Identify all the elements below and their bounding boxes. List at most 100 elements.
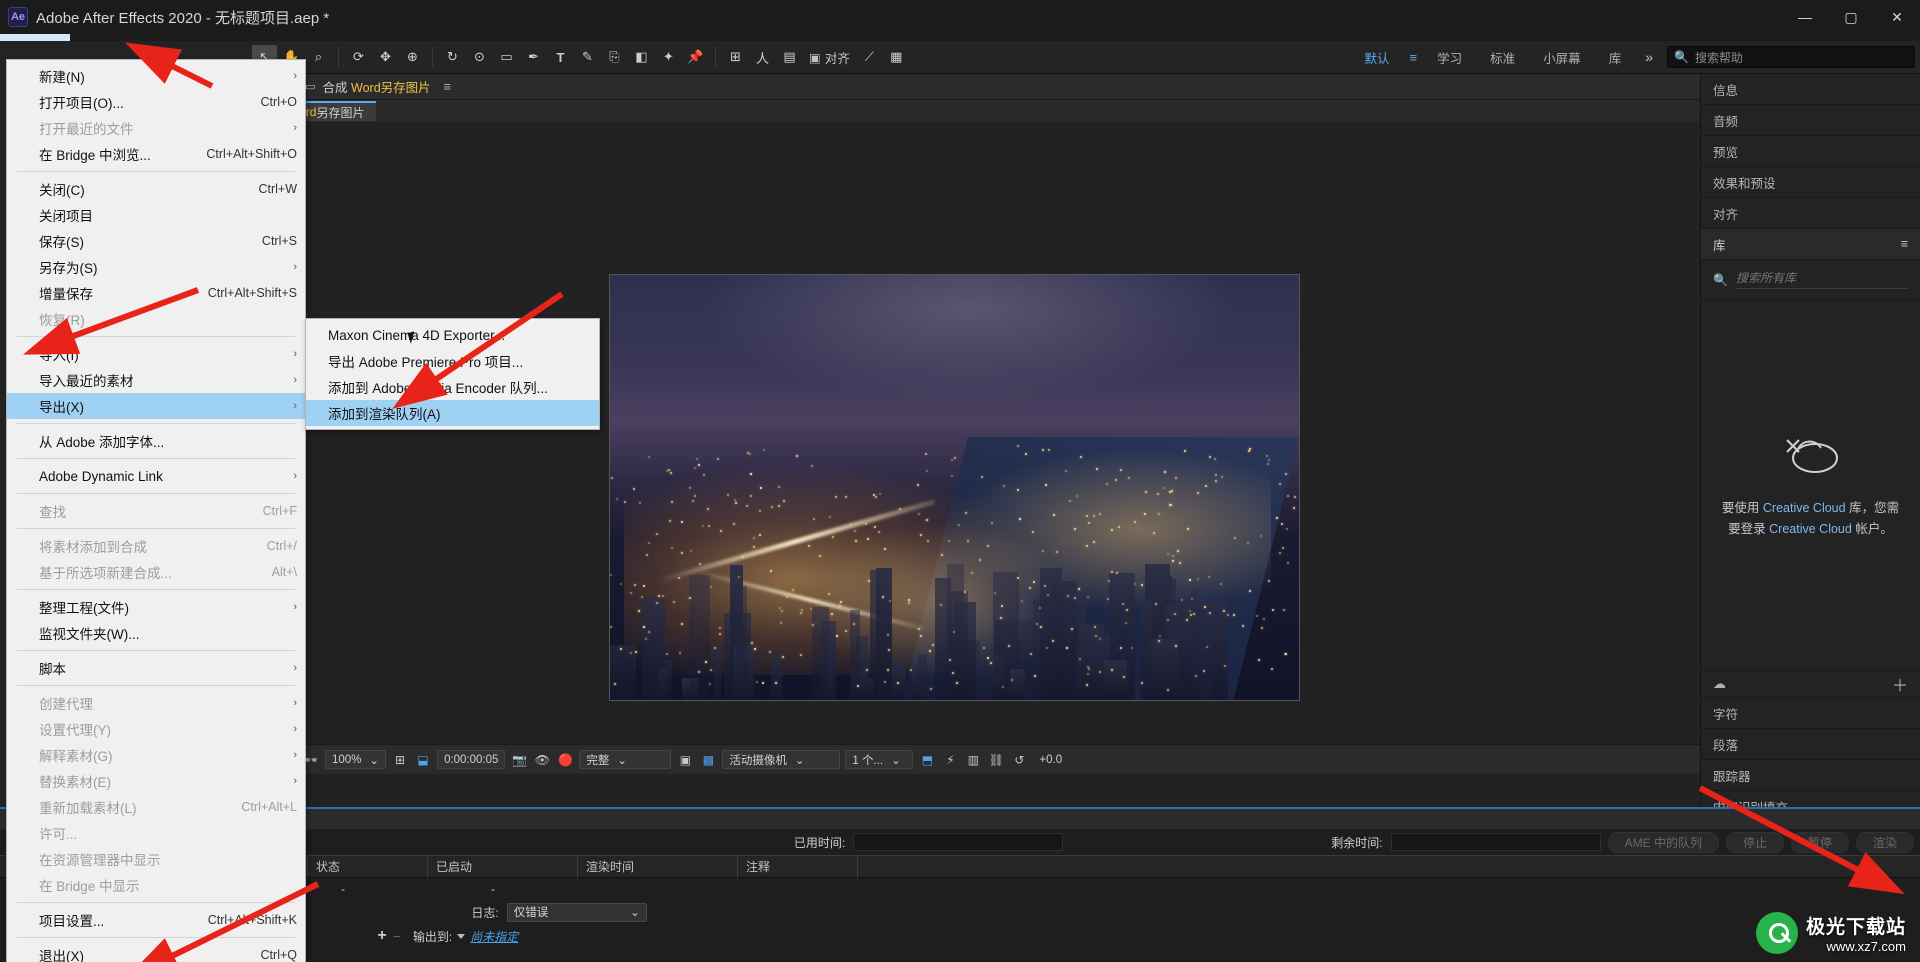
rotation-tool-icon[interactable]: ↻	[440, 45, 465, 69]
output-to-value[interactable]: 尚未指定	[470, 928, 518, 945]
tab-folder-icon[interactable]: ▭	[305, 80, 315, 93]
pan-tool-icon[interactable]: ✥	[373, 45, 398, 69]
export-submenu[interactable]: Maxon Cinema 4D Exporter... 导出 Adobe Prem…	[305, 318, 600, 430]
camera-view-select[interactable]: 活动摄像机 ⌄	[722, 750, 841, 769]
file-menu-item-21[interactable]: 创建代理 ›	[7, 690, 305, 716]
file-menu-item-12[interactable]: 导出(X) ›	[7, 393, 305, 419]
fast-previews-icon[interactable]: ⚡	[941, 751, 959, 769]
render-queue-button-2[interactable]: 暂停	[1790, 831, 1849, 853]
workspace-2[interactable]: 标准	[1476, 41, 1529, 74]
right-panel-bottom-row-0[interactable]: 字符	[1701, 698, 1920, 729]
right-panel-row-0[interactable]: 信息	[1701, 74, 1920, 105]
file-menu-item-24[interactable]: 替换素材(E) ›	[7, 768, 305, 794]
workspace-0[interactable]: 默认	[1351, 41, 1404, 74]
render-queue-button-3[interactable]: 渲染	[1855, 831, 1914, 853]
file-menu-item-29[interactable]: 项目设置... Ctrl+Alt+Shift+K	[7, 907, 305, 933]
right-panel-row-2[interactable]: 预览	[1701, 136, 1920, 167]
export-submenu-item-2[interactable]: 添加到 Adobe Media Encoder 队列...	[306, 374, 599, 400]
output-to-dropdown-icon[interactable]	[457, 933, 466, 939]
right-panel-bottom-row-1[interactable]: 段落	[1701, 729, 1920, 760]
workspace-4[interactable]: 库	[1595, 41, 1636, 74]
graph-editor-icon[interactable]: ⟋	[857, 45, 882, 69]
file-menu-item-14[interactable]: Adobe Dynamic Link ›	[7, 463, 305, 489]
file-menu-item-2[interactable]: 打开最近的文件 ›	[7, 115, 305, 141]
render-queue-button-1[interactable]: 停止	[1725, 831, 1784, 853]
file-menu-item-30[interactable]: 退出(X) Ctrl+Q	[7, 942, 305, 962]
snapshot-icon[interactable]: 📷	[510, 751, 528, 769]
paragraph-panel-icon[interactable]: ▤	[777, 45, 802, 69]
region-of-interest-icon[interactable]: ⬓	[414, 751, 432, 769]
brush-tool-icon[interactable]: ✎	[575, 45, 600, 69]
plus-icon[interactable]: ＋	[1892, 672, 1908, 696]
grid-guides-icon[interactable]: ⊞	[391, 751, 409, 769]
file-menu-item-13[interactable]: 从 Adobe 添加字体...	[7, 428, 305, 454]
anchor-point-tool-icon[interactable]: ⊙	[467, 45, 492, 69]
reset-exposure-icon[interactable]: ↺	[1010, 751, 1028, 769]
composition-viewer[interactable]	[248, 122, 1700, 744]
workspace-menu-icon[interactable]: ≡	[1404, 50, 1424, 65]
file-menu-item-8[interactable]: 增量保存 Ctrl+Alt+Shift+S	[7, 280, 305, 306]
file-menu-item-10[interactable]: 导入(I) ›	[7, 341, 305, 367]
exposure-value[interactable]: +0.0	[1033, 750, 1068, 769]
right-panel-row-3[interactable]: 效果和预设	[1701, 167, 1920, 198]
file-menu-dropdown[interactable]: 新建(N) › 打开项目(O)... Ctrl+O 打开最近的文件 › 在 Bridge 中…	[6, 59, 306, 962]
file-menu-item-27[interactable]: 在资源管理器中显示	[7, 846, 305, 872]
add-output-module-button[interactable]: +	[377, 927, 386, 945]
file-menu-item-5[interactable]: 关闭项目	[7, 202, 305, 228]
libraries-panel-header[interactable]: 库 ≡	[1701, 229, 1920, 260]
right-panel-row-1[interactable]: 音频	[1701, 105, 1920, 136]
orbit-tool-icon[interactable]: ⟳	[346, 45, 371, 69]
pixel-aspect-icon[interactable]: ⬒	[918, 751, 936, 769]
right-panel-bottom-row-2[interactable]: 跟踪器	[1701, 760, 1920, 791]
help-search-box[interactable]: 🔍 搜索帮助	[1667, 46, 1915, 68]
maximize-button[interactable]: ▢	[1828, 0, 1874, 34]
view-layout-select[interactable]: 1 个... ⌄	[845, 750, 914, 769]
export-submenu-item-0[interactable]: Maxon Cinema 4D Exporter...	[306, 322, 599, 348]
current-time-value[interactable]: 0:00:00:05	[437, 750, 506, 769]
comp-flowchart-icon[interactable]: ⛓	[987, 751, 1005, 769]
character-panel-icon[interactable]: 人	[750, 45, 775, 69]
render-queue-button-0[interactable]: AME 中的队列	[1607, 831, 1719, 853]
rq-column-header-7[interactable]: 注释	[738, 855, 858, 878]
file-menu-item-16[interactable]: 将素材添加到合成 Ctrl+/	[7, 533, 305, 559]
file-menu-item-17[interactable]: 基于所选项新建合成... Alt+\	[7, 559, 305, 585]
region-interest-toggle-icon[interactable]: ▣	[676, 751, 694, 769]
zoom-level-select[interactable]: 100% ⌄	[325, 750, 387, 769]
export-submenu-item-3[interactable]: 添加到渲染队列(A)	[306, 400, 599, 426]
roto-brush-tool-icon[interactable]: ✦	[656, 45, 681, 69]
composition-tab-title[interactable]: 合成 Word另存图片	[323, 77, 431, 96]
snapping-icon[interactable]: ⊞	[723, 45, 748, 69]
export-submenu-item-1[interactable]: 导出 Adobe Premiere Pro 项目...	[306, 348, 599, 374]
dolly-tool-icon[interactable]: ⊕	[400, 45, 425, 69]
file-menu-item-18[interactable]: 整理工程(文件) ›	[7, 594, 305, 620]
log-select[interactable]: 仅错误 ⌄	[506, 902, 647, 922]
file-menu-item-6[interactable]: 保存(S) Ctrl+S	[7, 228, 305, 254]
align-panel-button[interactable]: ▣ 对齐	[804, 48, 855, 67]
hamburger-icon[interactable]: ≡	[1901, 237, 1908, 251]
file-menu-item-26[interactable]: 许可...	[7, 820, 305, 846]
file-menu-item-15[interactable]: 查找 Ctrl+F	[7, 498, 305, 524]
eraser-tool-icon[interactable]: ◧	[629, 45, 654, 69]
rq-column-header-5[interactable]: 已启动	[428, 855, 578, 878]
pen-tool-icon[interactable]: ✒	[521, 45, 546, 69]
cloud-off-icon[interactable]: ☁	[1713, 676, 1726, 692]
rq-column-header-6[interactable]: 渲染时间	[578, 855, 738, 878]
file-menu-item-19[interactable]: 监视文件夹(W)...	[7, 620, 305, 646]
show-snapshot-icon[interactable]: 👁	[533, 751, 551, 769]
file-menu-item-9[interactable]: 恢复(R)	[7, 306, 305, 332]
workspace-more-icon[interactable]: »	[1635, 49, 1663, 65]
file-menu-item-3[interactable]: 在 Bridge 中浏览... Ctrl+Alt+Shift+O	[7, 141, 305, 167]
right-panel-row-4[interactable]: 对齐	[1701, 198, 1920, 229]
file-menu-item-23[interactable]: 解释素材(G) ›	[7, 742, 305, 768]
channels-icon[interactable]: 🔴	[556, 751, 574, 769]
shape-tool-icon[interactable]: ▭	[494, 45, 519, 69]
file-menu-item-11[interactable]: 导入最近的素材 ›	[7, 367, 305, 393]
workspace-1[interactable]: 学习	[1423, 41, 1476, 74]
file-menu-item-4[interactable]: 关闭(C) Ctrl+W	[7, 176, 305, 202]
zoom-tool-icon[interactable]: ⌕	[306, 45, 331, 69]
file-menu-item-7[interactable]: 另存为(S) ›	[7, 254, 305, 280]
resolution-select[interactable]: 完整 ⌄	[579, 750, 672, 769]
puppet-pin-tool-icon[interactable]: 📌	[683, 45, 708, 69]
workspace-3[interactable]: 小屏幕	[1529, 41, 1595, 74]
close-button[interactable]: ✕	[1874, 0, 1920, 34]
